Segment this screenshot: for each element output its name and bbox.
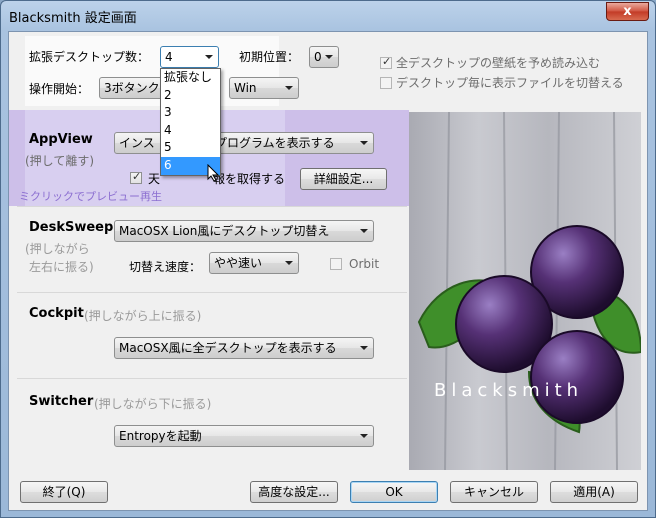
- dropdown-option[interactable]: 2: [161, 87, 220, 105]
- client-area: 拡張デスクトップ数： 4 初期位置： 0 操作開始： 3ボタンクリック Win …: [8, 31, 648, 511]
- apply-button[interactable]: 適用(A): [550, 481, 638, 503]
- weather-checkbox[interactable]: [130, 170, 142, 184]
- initial-pos-label: 初期位置：: [239, 50, 300, 64]
- appview-hint: ミクリックでプレビュー再生: [19, 190, 162, 203]
- switch-files-checkbox[interactable]: [380, 77, 392, 89]
- chevron-down-icon: [360, 434, 368, 438]
- start-label: 操作開始：: [29, 82, 90, 96]
- weather-label-left: 天: [148, 172, 161, 186]
- initial-pos-select[interactable]: 0: [309, 46, 339, 68]
- settings-window: Blacksmith 設定画面 x 拡張デスクトップ数： 4 初期位置： 0 操…: [0, 0, 656, 518]
- ok-button[interactable]: OK: [350, 481, 438, 503]
- cockpit-action-value: MacOSX風に全デスクトップを表示する: [119, 341, 337, 355]
- orbit-checkbox[interactable]: [330, 258, 342, 270]
- speed-label: 切替え速度：: [129, 260, 202, 274]
- cancel-button[interactable]: キャンセル: [450, 481, 538, 503]
- desksweep-title: DeskSweep: [29, 220, 114, 235]
- switcher-subtitle: (押しながら下に振る): [94, 397, 212, 411]
- advanced-settings-button[interactable]: 高度な設定...: [250, 481, 338, 503]
- appview-subtitle: (押して離す): [25, 154, 95, 168]
- cockpit-action-select[interactable]: MacOSX風に全デスクトップを表示する: [114, 337, 374, 359]
- details-button[interactable]: 詳細設定...: [300, 168, 387, 190]
- appview-action-suffix: プログラムを表示する: [215, 136, 335, 150]
- start-value: 3ボタンクリック: [104, 81, 162, 95]
- appview-title: AppView: [29, 132, 93, 147]
- chevron-down-icon: [360, 141, 368, 145]
- dropdown-option[interactable]: 4: [161, 122, 220, 140]
- close-button[interactable]: x: [606, 2, 649, 21]
- desktops-select[interactable]: 4: [160, 46, 219, 68]
- chevron-down-icon: [360, 346, 368, 350]
- chevron-down-icon: [285, 261, 293, 265]
- start-modifier-value: Win: [234, 81, 257, 95]
- brand-artwork: Blacksmith: [409, 112, 641, 470]
- brand-text: Blacksmith: [434, 380, 584, 401]
- speed-select[interactable]: やや速い: [209, 252, 299, 274]
- chevron-down-icon: [360, 229, 368, 233]
- divider: [17, 206, 407, 207]
- start-button-select[interactable]: 3ボタンクリック: [99, 77, 163, 99]
- chevron-down-icon: [205, 55, 213, 59]
- divider: [17, 378, 407, 379]
- title-bar[interactable]: Blacksmith 設定画面 x: [1, 1, 655, 31]
- chevron-down-icon: [285, 86, 293, 90]
- appview-action-select[interactable]: インス プログラムを表示する: [114, 132, 374, 154]
- switcher-action-select[interactable]: Entropyを起動: [114, 425, 374, 447]
- desktops-dropdown-list[interactable]: 拡張なし 2 3 4 5 6: [160, 68, 221, 176]
- desktops-label: 拡張デスクトップ数：: [29, 50, 150, 64]
- weather-label-right: 報を取得する: [213, 172, 286, 186]
- preload-checkbox[interactable]: [380, 55, 392, 69]
- window-title: Blacksmith 設定画面: [9, 11, 137, 26]
- cockpit-subtitle: (押しながら上に振る): [84, 309, 202, 323]
- desksweep-action-select[interactable]: MacOSX Lion風にデスクトップ切替え: [114, 220, 374, 242]
- desksweep-subtitle-2: 左右に振る): [29, 260, 94, 274]
- desksweep-action-value: MacOSX Lion風にデスクトップ切替え: [119, 224, 330, 238]
- speed-value: やや速い: [214, 256, 263, 270]
- switcher-action-value: Entropyを起動: [119, 429, 202, 443]
- dropdown-option[interactable]: 5: [161, 139, 220, 157]
- preload-label: 全デスクトップの壁紙を予め読み込む: [396, 56, 601, 70]
- cockpit-title: Cockpit: [29, 306, 84, 321]
- mouse-cursor-icon: [207, 164, 219, 182]
- switch-files-label: デスクトップ毎に表示ファイルを切替える: [396, 76, 624, 90]
- quit-button[interactable]: 終了(Q): [20, 481, 108, 503]
- switcher-title: Switcher: [29, 394, 94, 409]
- chevron-down-icon: [325, 55, 333, 59]
- orbit-label: Orbit: [349, 257, 380, 271]
- desksweep-subtitle-1: (押しながら: [25, 242, 90, 256]
- start-modifier-select[interactable]: Win: [229, 77, 299, 99]
- brand-image: [409, 112, 641, 470]
- dropdown-option[interactable]: 3: [161, 104, 220, 122]
- dropdown-option[interactable]: 拡張なし: [161, 69, 220, 87]
- initial-pos-value: 0: [314, 50, 322, 64]
- divider: [17, 292, 407, 293]
- appview-action-prefix: インス: [119, 136, 155, 150]
- desktops-value: 4: [165, 50, 173, 64]
